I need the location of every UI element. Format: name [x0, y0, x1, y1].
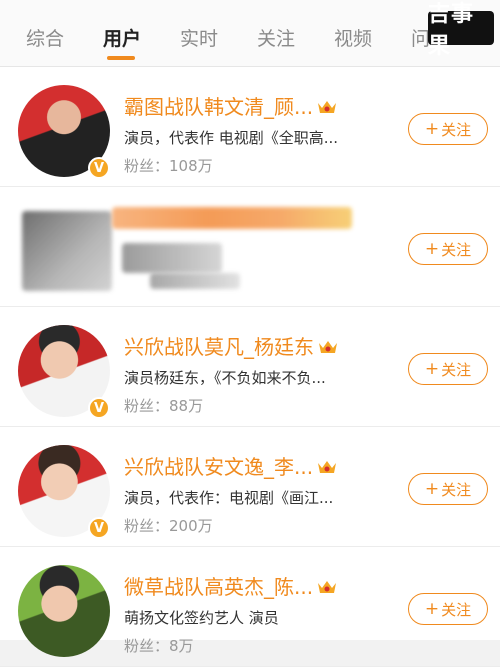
crown-vip-icon	[318, 461, 337, 473]
fan-count: 粉丝：108万	[124, 157, 213, 175]
watermark-logo: 吉事果	[428, 2, 494, 59]
plus-icon: +	[424, 119, 440, 139]
user-card[interactable]: V 兴欣战队莫凡_杨廷东 演员杨廷东，《不负如来不负... 粉丝：88万 + 关注	[0, 307, 500, 427]
active-tab-indicator	[107, 56, 135, 60]
fan-count: 粉丝：200万	[124, 517, 213, 535]
user-description: 萌扬文化签约艺人 演员	[124, 609, 279, 627]
crown-vip-icon	[318, 101, 337, 113]
redacted-fans	[150, 273, 240, 289]
verified-badge-icon: V	[88, 157, 110, 179]
search-tab-bar: 综合 用户 实时 关注 视频 问 吉事果	[0, 0, 500, 67]
follow-button[interactable]: + 关注	[408, 473, 488, 505]
verified-badge-icon: V	[88, 517, 110, 539]
tab-realtime[interactable]: 实时	[180, 24, 218, 51]
verified-badge-icon: V	[88, 397, 110, 419]
user-name[interactable]: 兴欣战队莫凡_杨廷东	[124, 331, 338, 360]
fan-count: 粉丝：8万	[124, 637, 194, 655]
redacted-avatar	[22, 211, 112, 291]
avatar[interactable]	[18, 565, 110, 657]
user-result-list: V 霸图战队韩文清_顾... 演员，代表作 电视剧《全职高... 粉丝：108万…	[0, 67, 500, 667]
follow-button[interactable]: + 关注	[408, 113, 488, 145]
user-name[interactable]: 霸图战队韩文清_顾...	[124, 91, 337, 120]
redacted-desc	[122, 243, 222, 273]
user-name[interactable]: 微草战队高英杰_陈...	[124, 571, 337, 600]
user-description: 演员，代表作：电视剧《画江...	[124, 489, 334, 507]
tab-video[interactable]: 视频	[334, 24, 372, 51]
user-card[interactable]: 微草战队高英杰_陈... 萌扬文化签约艺人 演员 粉丝：8万 + 关注	[0, 547, 500, 667]
follow-button[interactable]: + 关注	[408, 353, 488, 385]
follow-button[interactable]: + 关注	[408, 593, 488, 625]
user-description: 演员杨廷东，《不负如来不负...	[124, 369, 326, 387]
follow-button[interactable]: + 关注	[408, 233, 488, 265]
crown-vip-icon	[318, 581, 337, 593]
user-name[interactable]: 兴欣战队安文逸_李...	[124, 451, 337, 480]
user-card[interactable]: V 兴欣战队安文逸_李... 演员，代表作：电视剧《画江... 粉丝：200万 …	[0, 427, 500, 547]
user-card[interactable]: V 霸图战队韩文清_顾... 演员，代表作 电视剧《全职高... 粉丝：108万…	[0, 67, 500, 187]
user-card[interactable]: + 关注	[0, 187, 500, 307]
plus-icon: +	[424, 359, 440, 379]
user-description: 演员，代表作 电视剧《全职高...	[124, 129, 339, 147]
plus-icon: +	[424, 599, 440, 619]
tab-users[interactable]: 用户	[103, 24, 141, 51]
plus-icon: +	[424, 239, 440, 259]
plus-icon: +	[424, 479, 440, 499]
crown-vip-icon	[319, 341, 337, 353]
tab-following[interactable]: 关注	[257, 24, 295, 51]
fan-count: 粉丝：88万	[124, 397, 204, 415]
tab-general[interactable]: 综合	[26, 24, 64, 51]
redacted-name	[112, 207, 352, 229]
